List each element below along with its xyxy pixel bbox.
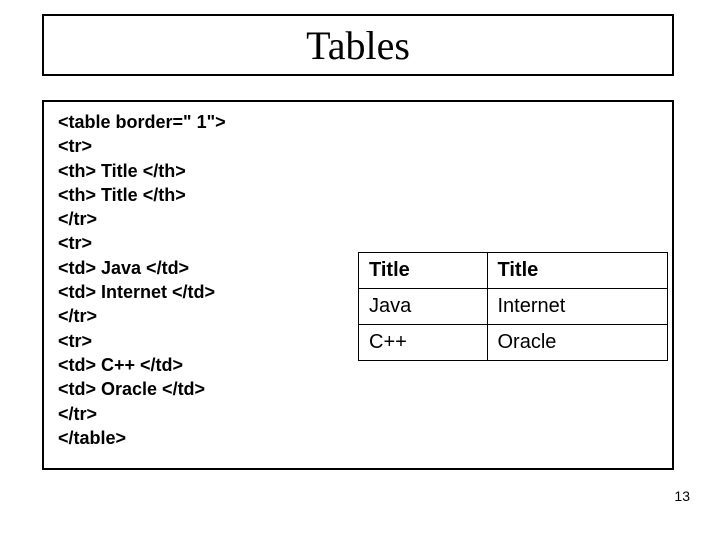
table-row: C++ Oracle xyxy=(359,325,668,361)
slide-title: Tables xyxy=(306,22,410,69)
code-line: </tr> xyxy=(58,404,97,424)
code-line: <table border=" 1"> xyxy=(58,112,226,132)
page-number: 13 xyxy=(674,488,690,504)
code-line: <td> Oracle </td> xyxy=(58,379,205,399)
code-line: <tr> xyxy=(58,233,92,253)
slide-title-box: Tables xyxy=(42,14,674,76)
table-cell: C++ xyxy=(359,325,488,361)
code-line: <td> C++ </td> xyxy=(58,355,183,375)
code-line: <tr> xyxy=(58,136,92,156)
code-line: <td> Internet </td> xyxy=(58,282,215,302)
table-cell: Internet xyxy=(487,289,668,325)
code-line: <td> Java </td> xyxy=(58,258,189,278)
table-header: Title xyxy=(359,253,488,289)
code-line: </tr> xyxy=(58,209,97,229)
code-line: <th> Title </th> xyxy=(58,161,186,181)
code-line: </tr> xyxy=(58,306,97,326)
demo-table: Title Title Java Internet C++ Oracle xyxy=(358,252,668,361)
code-block: <table border=" 1"> <tr> <th> Title </th… xyxy=(58,110,226,450)
table-row: Java Internet xyxy=(359,289,668,325)
table-row: Title Title xyxy=(359,253,668,289)
code-line: <tr> xyxy=(58,331,92,351)
code-line: <th> Title </th> xyxy=(58,185,186,205)
content-box: <table border=" 1"> <tr> <th> Title </th… xyxy=(42,100,674,470)
table-cell: Java xyxy=(359,289,488,325)
table-header: Title xyxy=(487,253,668,289)
table-cell: Oracle xyxy=(487,325,668,361)
code-line: </table> xyxy=(58,428,126,448)
